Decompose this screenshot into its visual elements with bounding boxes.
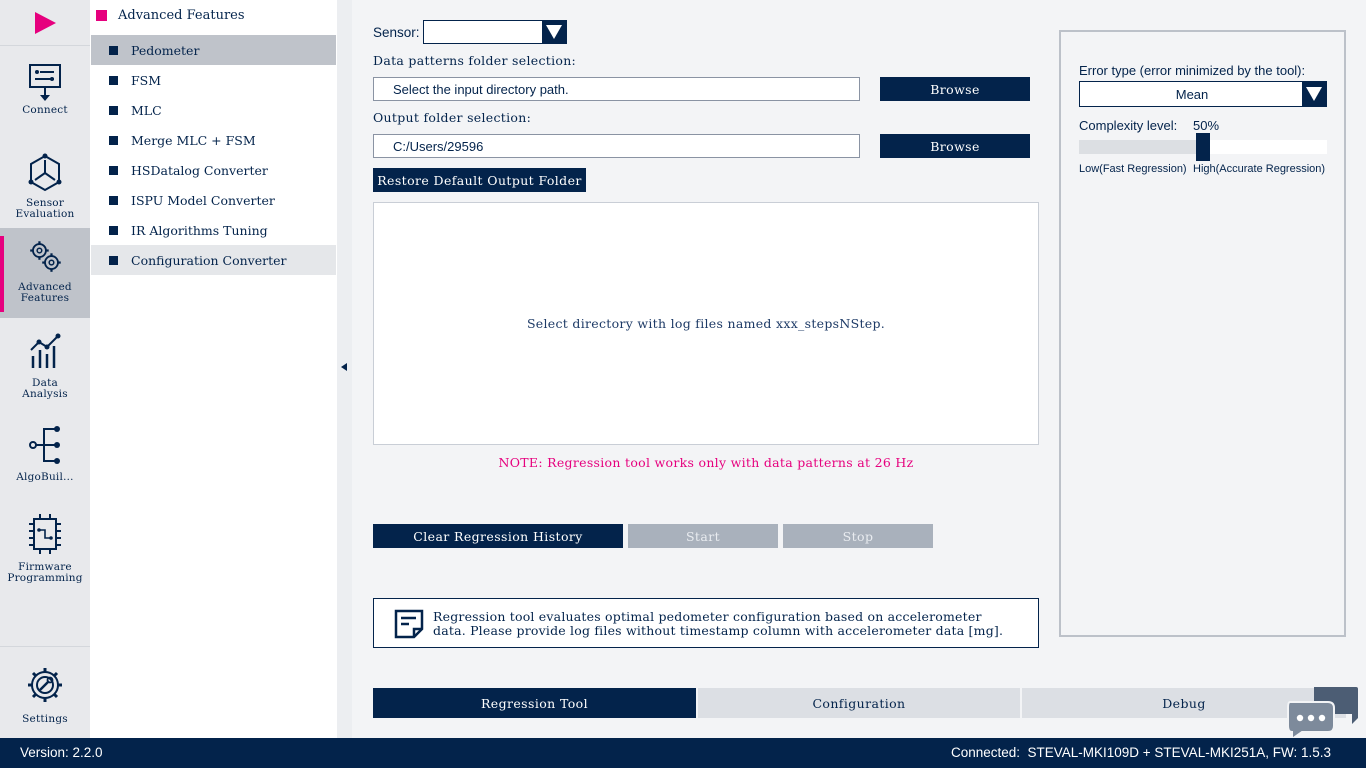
submenu-header-marker-icon: [96, 9, 107, 21]
connection-status-text: Connected: STEVAL-MKI109D + STEVAL-MKI25…: [950, 745, 1331, 760]
submenu-item-label: MLC: [131, 102, 162, 118]
analytics-icon: [30, 333, 61, 368]
submenu-item-label: FSM: [131, 72, 162, 88]
nav-algobuilder[interactable]: AlgoBuil…: [0, 418, 90, 508]
submenu-item-fsm[interactable]: FSM: [91, 65, 336, 95]
bullet-icon: [109, 255, 118, 265]
error-type-dropdown-arrow[interactable]: [1302, 82, 1326, 106]
regression-note: NOTE: Regression tool works only with da…: [498, 455, 914, 470]
chip-icon: [29, 514, 61, 554]
submenu-item-label: HSDatalog Converter: [131, 162, 268, 178]
submenu-item-ispu-model-converter[interactable]: ISPU Model Converter: [91, 185, 336, 215]
submenu-header: Advanced Features: [96, 6, 245, 24]
submenu-item-hsdatalog-converter[interactable]: HSDatalog Converter: [91, 155, 336, 185]
info-box: Regression tool evaluates optimal pedome…: [373, 598, 1039, 648]
nav-algobuilder-label: AlgoBuil…: [16, 471, 74, 483]
rail-divider: [0, 646, 90, 647]
tab-configuration[interactable]: Configuration: [698, 688, 1020, 718]
bullet-icon: [109, 105, 118, 115]
navigation-rail: Connect Sensor Evaluation Advanced Featu…: [0, 0, 90, 738]
sensor-cube-icon: [28, 153, 62, 192]
start-button[interactable]: Start: [628, 524, 778, 548]
data-patterns-path-field[interactable]: Select the input directory path.: [373, 77, 860, 101]
nav-settings[interactable]: Settings: [0, 660, 90, 750]
connect-board-icon: [29, 64, 61, 101]
submenu-item-label: ISPU Model Converter: [131, 192, 275, 208]
complexity-label: Complexity level:: [1079, 118, 1178, 133]
nav-data-analysis[interactable]: Data Analysis: [0, 328, 90, 418]
info-text-line-1: Regression tool evaluates optimal pedome…: [433, 609, 982, 624]
low-complexity-label: Low(Fast Regression): [1079, 163, 1187, 175]
bullet-icon: [109, 165, 118, 175]
flow-tree-icon: [29, 426, 60, 464]
nav-advanced-features-label-2: Features: [20, 292, 70, 304]
submenu-item-label: Configuration Converter: [131, 252, 287, 268]
submenu-item-label: Merge MLC + FSM: [131, 132, 256, 148]
settings-gear-icon: [28, 668, 62, 702]
clear-regression-history-button[interactable]: Clear Regression History: [373, 524, 623, 548]
submenu-title: Advanced Features: [118, 7, 245, 23]
rail-divider: [0, 45, 90, 46]
submenu-item-configuration-converter[interactable]: Configuration Converter: [91, 245, 336, 275]
nav-firmware-programming[interactable]: Firmware Programming: [0, 508, 90, 598]
browse-output-folder-button[interactable]: Browse: [880, 134, 1030, 158]
bullet-icon: [109, 195, 118, 205]
log-files-area[interactable]: Select directory with log files named xx…: [373, 202, 1039, 445]
version-text: Version: 2.2.0: [20, 745, 103, 760]
nav-connect[interactable]: Connect: [0, 55, 90, 145]
bullet-icon: [109, 45, 118, 55]
collapse-panel-handle[interactable]: [337, 0, 352, 738]
submenu-item-label: IR Algorithms Tuning: [131, 222, 268, 238]
tab-regression-tool[interactable]: Regression Tool: [373, 688, 696, 718]
status-bar: Version: 2.2.0 Connected: STEVAL-MKI109D…: [0, 738, 1366, 768]
nav-advanced-features[interactable]: Advanced Features: [0, 228, 90, 318]
play-logo-icon: [35, 11, 56, 34]
restore-default-output-button[interactable]: Restore Default Output Folder: [373, 168, 586, 192]
output-folder-path-field[interactable]: C:/Users/29596: [373, 134, 860, 158]
error-type-label: Error type (error minimized by the tool)…: [1079, 63, 1306, 78]
sensor-label: Sensor:: [373, 25, 420, 40]
info-text-line-2: data. Please provide log files without t…: [433, 623, 1004, 638]
nav-sensor-evaluation[interactable]: Sensor Evaluation: [0, 148, 90, 238]
complexity-slider-fill: [1079, 140, 1196, 154]
note-icon: [394, 609, 424, 639]
submenu-item-label: Pedometer: [131, 42, 200, 58]
gears-icon: [30, 241, 61, 272]
error-type-value: Mean: [1175, 86, 1209, 102]
complexity-slider-handle[interactable]: [1196, 133, 1210, 161]
bullet-icon: [109, 75, 118, 85]
complexity-slider[interactable]: [1079, 133, 1327, 161]
data-patterns-label: Data patterns folder selection:: [373, 53, 577, 68]
submenu-item-merge-mlc-fsm[interactable]: Merge MLC + FSM: [91, 125, 336, 155]
nav-firmware-programming-label-2: Programming: [7, 572, 83, 584]
submenu-item-pedometer[interactable]: Pedometer: [91, 35, 336, 65]
nav-data-analysis-label-2: Analysis: [22, 388, 68, 400]
submenu-item-mlc[interactable]: MLC: [91, 95, 336, 125]
bullet-icon: [109, 135, 118, 145]
error-type-select[interactable]: Mean: [1079, 81, 1327, 107]
triangle-down-icon: [1306, 87, 1322, 101]
collapse-arrow-icon: [341, 363, 347, 371]
complexity-value: 50%: [1193, 118, 1220, 133]
bullet-icon: [109, 225, 118, 235]
app-logo[interactable]: [0, 0, 90, 45]
log-files-hint: Select directory with log files named xx…: [526, 316, 886, 331]
nav-settings-label: Settings: [22, 713, 68, 725]
triangle-down-icon: [546, 25, 562, 39]
stop-button[interactable]: Stop: [783, 524, 933, 548]
output-folder-label: Output folder selection:: [373, 110, 532, 125]
high-complexity-label: High(Accurate Regression): [1193, 163, 1326, 175]
chat-bubble-icon[interactable]: [1286, 684, 1360, 740]
advanced-features-menu: Advanced Features Pedometer FSM MLC Merg…: [90, 0, 337, 738]
regression-options-panel: Error type (error minimized by the tool)…: [1059, 30, 1346, 637]
browse-data-patterns-button[interactable]: Browse: [880, 77, 1030, 101]
submenu-item-ir-algorithms-tuning[interactable]: IR Algorithms Tuning: [91, 215, 336, 245]
sensor-select[interactable]: [423, 20, 567, 44]
sensor-dropdown-arrow[interactable]: [542, 21, 566, 43]
nav-connect-label: Connect: [22, 104, 68, 116]
regression-tool-panel: Sensor: Data patterns folder selection: …: [352, 0, 1366, 740]
nav-sensor-evaluation-label-2: Evaluation: [15, 208, 75, 220]
